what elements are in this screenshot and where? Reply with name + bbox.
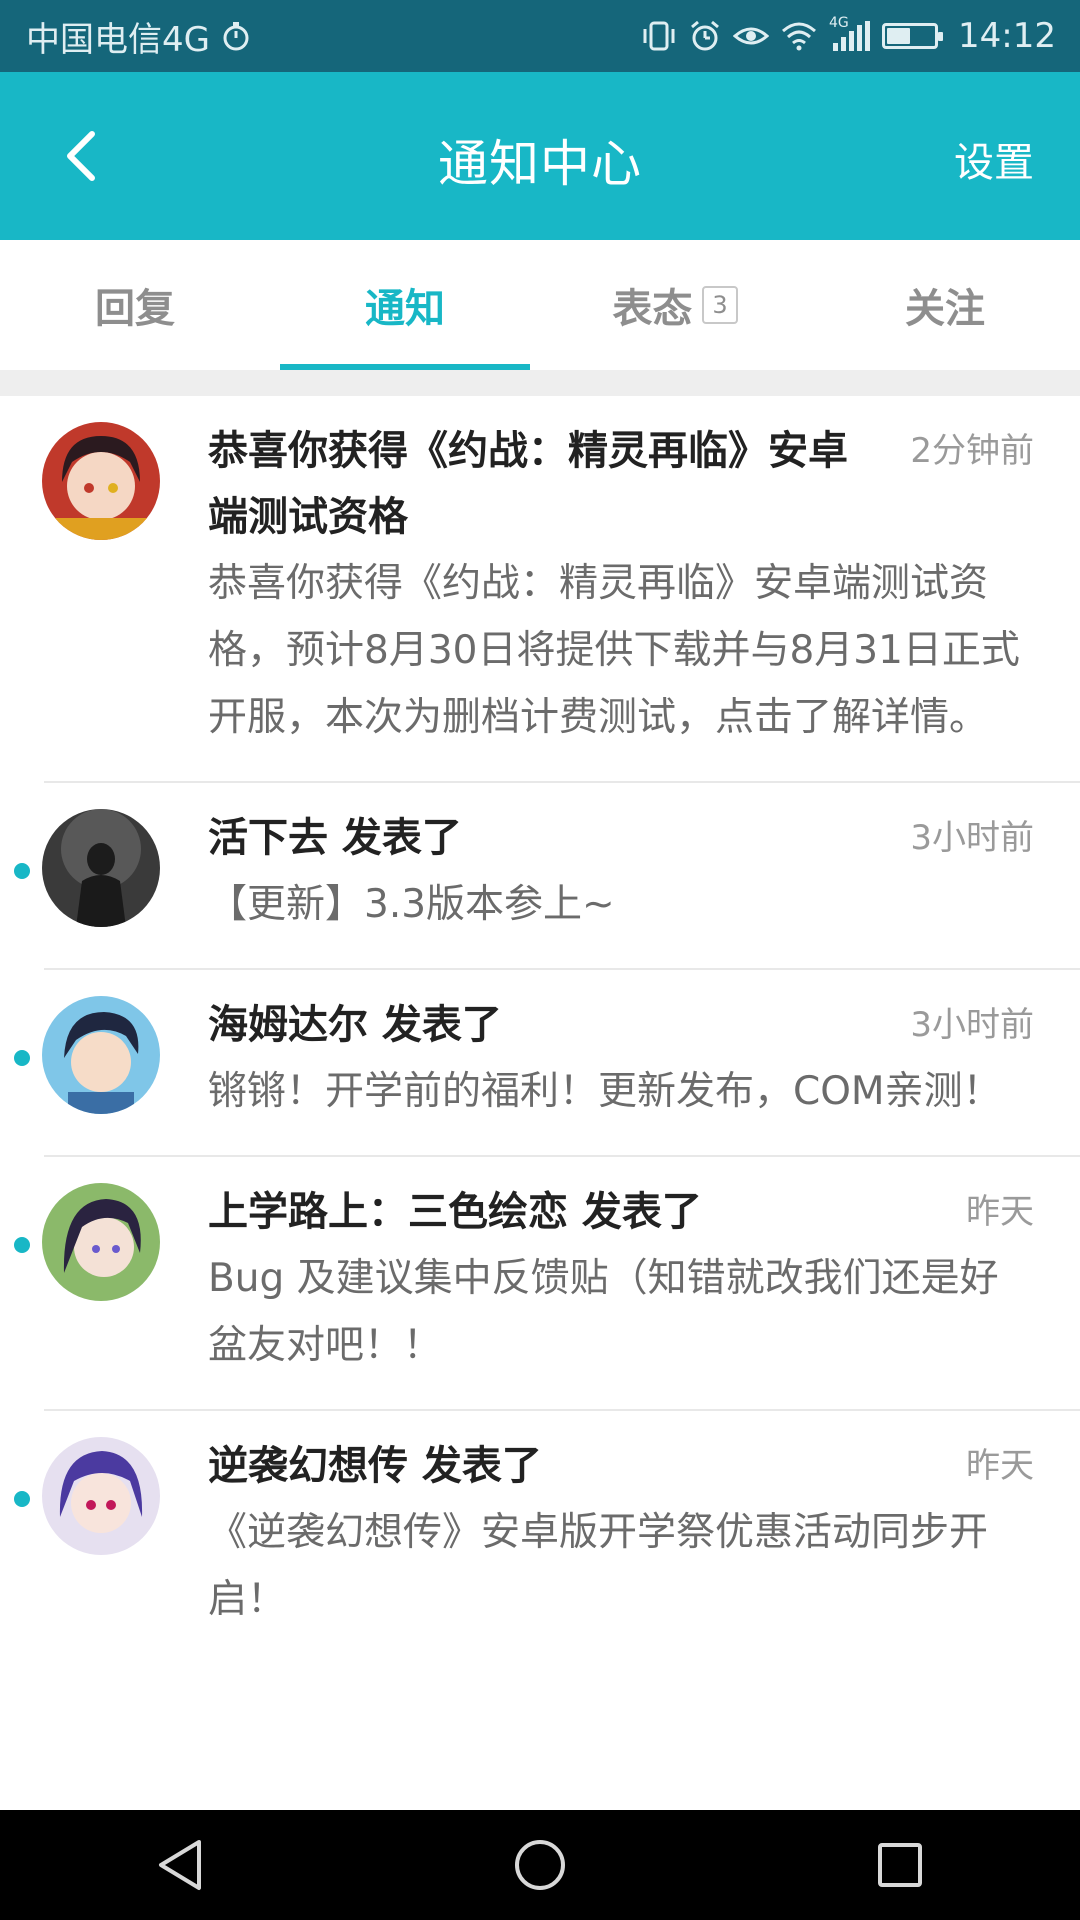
nav-home-button[interactable] xyxy=(485,1815,595,1915)
avatar[interactable] xyxy=(42,1437,160,1555)
notification-title: 海姆达尔 发表了 xyxy=(208,1002,502,1048)
unread-dot xyxy=(14,1237,30,1253)
settings-button[interactable]: 设置 xyxy=(954,130,1034,188)
avatar[interactable] xyxy=(42,996,160,1114)
avatar[interactable] xyxy=(42,422,160,540)
system-nav-bar xyxy=(0,1810,1080,1920)
cellular-signal-icon: 4G xyxy=(829,15,871,51)
carrier-label: 中国电信4G xyxy=(26,19,210,60)
notification-time: 2分钟前 xyxy=(910,431,1034,471)
tab-reaction[interactable]: 表态 3 xyxy=(540,240,810,370)
wifi-icon xyxy=(781,21,817,51)
list-item[interactable]: 恭喜你获得《约战：精灵再临》安卓端测试资格 2分钟前 恭喜你获得《约战：精灵再临… xyxy=(0,396,1080,781)
tab-label: 表态 xyxy=(612,286,693,332)
notification-title: 恭喜你获得《约战：精灵再临》安卓端测试资格 xyxy=(208,428,848,540)
vibrate-icon xyxy=(641,20,677,52)
app-header: 通知中心 设置 xyxy=(0,72,1080,240)
tab-label: 通知 xyxy=(365,286,445,332)
notification-body: Bug 及建议集中反馈贴（知错就改我们还是好盆友对吧！！ xyxy=(208,1256,999,1368)
eye-icon xyxy=(733,22,770,50)
list-item[interactable]: 上学路上：三色绘恋 发表了 昨天 Bug 及建议集中反馈贴（知错就改我们还是好盆… xyxy=(14,1155,1080,1409)
avatar[interactable] xyxy=(42,809,160,927)
list-item[interactable]: 逆袭幻想传 发表了 昨天 《逆袭幻想传》安卓版开学祭优惠活动同步开启！ xyxy=(14,1409,1080,1663)
circle-home-icon xyxy=(515,1840,565,1890)
battery-icon xyxy=(882,23,944,49)
notification-title: 上学路上：三色绘恋 发表了 xyxy=(208,1189,702,1235)
notification-body: 《逆袭幻想传》安卓版开学祭优惠活动同步开启！ xyxy=(208,1510,989,1622)
notification-body: 恭喜你获得《约战：精灵再临》安卓端测试资格，预计8月30日将提供下载并与8月31… xyxy=(208,561,1020,740)
notification-body: 【更新】3.3版本参上~ xyxy=(208,882,615,927)
tab-reply[interactable]: 回复 xyxy=(0,240,270,370)
tab-follow[interactable]: 关注 xyxy=(810,240,1080,370)
square-recents-icon xyxy=(878,1843,922,1887)
tab-label: 回复 xyxy=(95,286,175,332)
notification-time: 3小时前 xyxy=(910,1005,1034,1045)
tab-label: 关注 xyxy=(905,286,985,332)
notification-time: 昨天 xyxy=(966,1192,1034,1232)
tab-notice[interactable]: 通知 xyxy=(270,240,540,370)
clock-label: 14:12 xyxy=(958,16,1056,56)
nav-back-button[interactable] xyxy=(125,1815,235,1915)
list-item[interactable]: 活下去 发表了 3小时前 【更新】3.3版本参上~ xyxy=(14,781,1080,968)
alarm-icon xyxy=(689,20,721,52)
unread-dot xyxy=(14,1050,30,1066)
notification-time: 昨天 xyxy=(966,1446,1034,1486)
notification-title: 逆袭幻想传 发表了 xyxy=(208,1443,542,1489)
unread-dot xyxy=(14,1491,30,1507)
triangle-back-icon xyxy=(159,1840,201,1890)
section-divider xyxy=(0,370,1080,396)
list-item[interactable]: 海姆达尔 发表了 3小时前 锵锵！开学前的福利！更新发布，COM亲测！ xyxy=(14,968,1080,1155)
status-bar: 中国电信4G 4G 14:12 xyxy=(0,0,1080,72)
notification-time: 3小时前 xyxy=(910,818,1034,858)
nav-recents-button[interactable] xyxy=(845,1815,955,1915)
tab-bar: 回复 通知 表态 3 关注 xyxy=(0,240,1080,370)
notification-list[interactable]: 恭喜你获得《约战：精灵再临》安卓端测试资格 2分钟前 恭喜你获得《约战：精灵再临… xyxy=(0,396,1080,1810)
unread-dot xyxy=(14,863,30,879)
avatar[interactable] xyxy=(42,1183,160,1301)
network-type-label: 4G xyxy=(829,15,849,31)
count-badge: 3 xyxy=(702,286,738,324)
notification-body: 锵锵！开学前的福利！更新发布，COM亲测！ xyxy=(208,1069,1002,1114)
notification-title: 活下去 发表了 xyxy=(208,815,462,861)
page-title: 通知中心 xyxy=(438,135,642,193)
stopwatch-icon xyxy=(222,21,250,51)
